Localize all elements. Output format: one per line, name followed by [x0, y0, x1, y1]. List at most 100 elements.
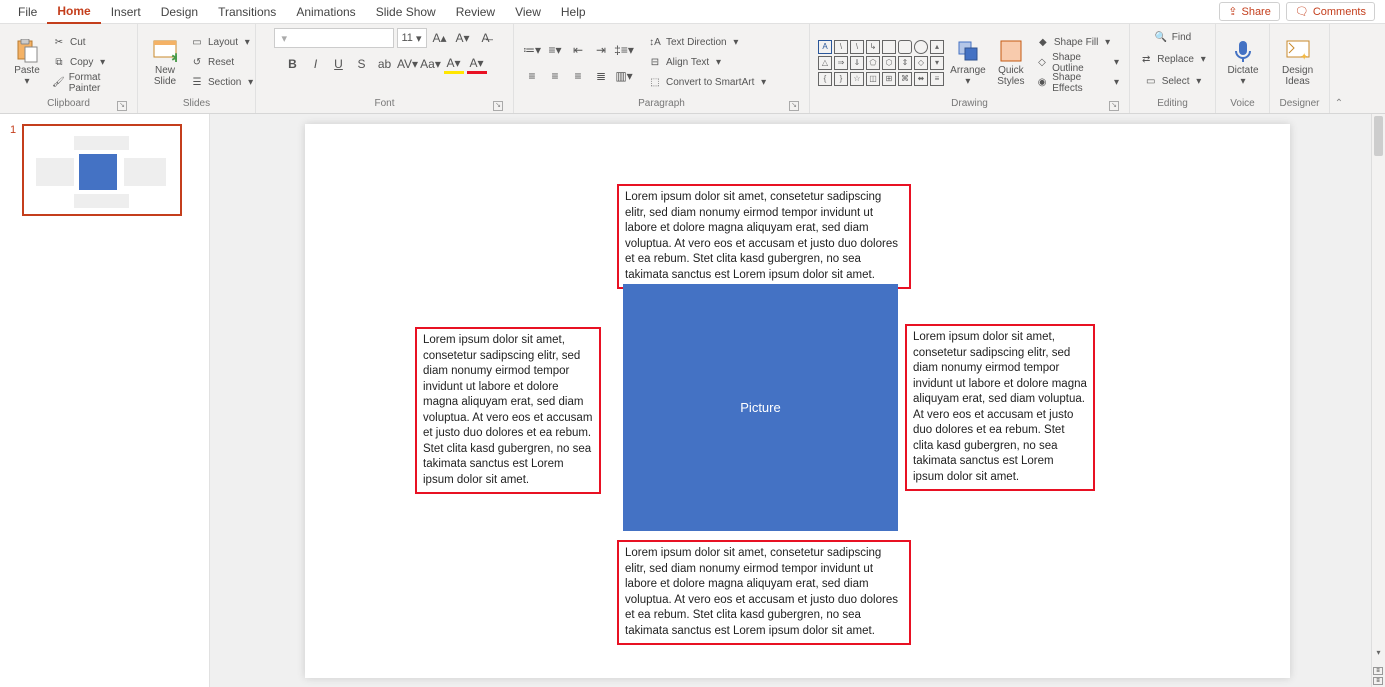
tab-design[interactable]: Design [151, 1, 208, 23]
shape-fill-button[interactable]: ◆Shape Fill ▾ [1034, 34, 1121, 52]
tab-review[interactable]: Review [446, 1, 505, 23]
vertical-scrollbar[interactable]: ▾ ≡ ≡ [1371, 114, 1385, 687]
fit-next-button[interactable]: ≡ [1373, 677, 1383, 685]
scrollbar-thumb[interactable] [1374, 116, 1383, 156]
strike-button[interactable]: S [352, 54, 372, 74]
shape-rbrace-icon[interactable]: } [834, 72, 848, 86]
shape-outline-button[interactable]: ◇Shape Outline ▾ [1034, 54, 1121, 72]
shape-row2-more-icon[interactable]: ▾ [930, 56, 944, 70]
tab-animations[interactable]: Animations [286, 1, 365, 23]
decrease-indent-button[interactable]: ⇤ [568, 40, 588, 60]
tab-home[interactable]: Home [47, 0, 100, 24]
align-center-button[interactable]: ≡ [545, 66, 565, 86]
grow-font-button[interactable]: A▴ [430, 28, 450, 48]
select-button[interactable]: ▭Select ▾ [1142, 72, 1204, 90]
italic-button[interactable]: I [306, 54, 326, 74]
slide-canvas-area[interactable]: Lorem ipsum dolor sit amet, consetetur s… [210, 114, 1385, 687]
tab-file[interactable]: File [8, 1, 47, 23]
shape-gallery-more-icon[interactable]: ≡ [930, 72, 944, 86]
align-left-button[interactable]: ≡ [522, 66, 542, 86]
collapse-ribbon-button[interactable]: ⌃ [1330, 24, 1348, 113]
shape-star-icon[interactable]: ☆ [850, 72, 864, 86]
shape-row1-more-icon[interactable]: ▴ [930, 40, 944, 54]
underline-button[interactable]: U [329, 54, 349, 74]
numbering-button[interactable]: ≡▾ [545, 40, 565, 60]
shape-callout-icon[interactable]: ◫ [866, 72, 880, 86]
clipboard-dialog-launcher[interactable]: ↘ [117, 101, 127, 111]
shape-textbox-icon[interactable]: A [818, 40, 832, 54]
format-painter-button[interactable]: 🖌Format Painter [50, 74, 129, 92]
comments-button[interactable]: 🗨Comments [1286, 2, 1375, 21]
shadow-button[interactable]: ab [375, 54, 395, 74]
share-button[interactable]: ⇪Share [1219, 2, 1280, 21]
font-color-button[interactable]: A▾ [467, 54, 487, 74]
shape-hexagon-icon[interactable]: ⬡ [882, 56, 896, 70]
font-name-combo[interactable]: ▾ [274, 28, 394, 48]
shape-diamond-icon[interactable]: ◇ [914, 56, 928, 70]
shape-lbrace-icon[interactable]: { [818, 72, 832, 86]
paste-button[interactable]: Paste▾ [8, 37, 46, 89]
replace-button[interactable]: ⇄Replace ▾ [1137, 50, 1208, 68]
tab-transitions[interactable]: Transitions [208, 1, 286, 23]
paragraph-dialog-launcher[interactable]: ↘ [789, 101, 799, 111]
shapes-gallery[interactable]: A \ \ ↳ ▴ △ ⇒ ⇓ ⬠ ⬡ ⇕ ◇ ▾ { } ☆ ◫ ⊞ [818, 40, 944, 86]
shape-connector-icon[interactable]: ↳ [866, 40, 880, 54]
tab-slideshow[interactable]: Slide Show [366, 1, 446, 23]
new-slide-button[interactable]: ✱ New Slide [146, 37, 184, 89]
shrink-font-button[interactable]: A▾ [453, 28, 473, 48]
shape-arrow-l-icon[interactable]: ⬌ [914, 72, 928, 86]
shape-line2-icon[interactable]: \ [850, 40, 864, 54]
shape-rect-icon[interactable] [882, 40, 896, 54]
reset-button[interactable]: ↺Reset [188, 54, 255, 72]
shape-arrow-r-icon[interactable]: ⇒ [834, 56, 848, 70]
char-spacing-button[interactable]: AV▾ [398, 54, 418, 74]
shape-arrow-d-icon[interactable]: ⇓ [850, 56, 864, 70]
quick-styles-button[interactable]: Quick Styles [992, 37, 1030, 89]
shape-pentagon-icon[interactable]: ⬠ [866, 56, 880, 70]
shape-plusframe-icon[interactable]: ⊞ [882, 72, 896, 86]
line-spacing-button[interactable]: ‡≡▾ [614, 40, 634, 60]
arrange-button[interactable]: Arrange▾ [948, 37, 988, 89]
copy-button[interactable]: ⧉Copy ▾ [50, 54, 129, 72]
tab-insert[interactable]: Insert [101, 1, 151, 23]
font-size-combo[interactable]: 11 ▾ [397, 28, 427, 48]
drawing-dialog-launcher[interactable]: ↘ [1109, 101, 1119, 111]
shape-arrow-ud-icon[interactable]: ⇕ [898, 56, 912, 70]
tab-view[interactable]: View [505, 1, 551, 23]
text-direction-button[interactable]: ↕AText Direction ▾ [646, 34, 768, 52]
cut-button[interactable]: ✂Cut [50, 34, 129, 52]
scrollbar-down-arrow[interactable]: ▾ [1372, 645, 1385, 659]
textbox-left[interactable]: Lorem ipsum dolor sit amet, consetetur s… [415, 327, 601, 494]
textbox-top[interactable]: Lorem ipsum dolor sit amet, consetetur s… [617, 184, 911, 289]
slide-thumbnail-1[interactable] [22, 124, 182, 216]
highlight-button[interactable]: A▾ [444, 54, 464, 74]
textbox-bottom[interactable]: Lorem ipsum dolor sit amet, consetetur s… [617, 540, 911, 645]
shape-flow-icon[interactable]: ⌘ [898, 72, 912, 86]
section-button[interactable]: ☰Section ▾ [188, 74, 255, 92]
shape-roundrect-icon[interactable] [898, 40, 912, 54]
layout-button[interactable]: ▭Layout ▾ [188, 34, 255, 52]
slide[interactable]: Lorem ipsum dolor sit amet, consetetur s… [305, 124, 1290, 678]
bold-button[interactable]: B [283, 54, 303, 74]
justify-button[interactable]: ≣ [591, 66, 611, 86]
tab-help[interactable]: Help [551, 1, 596, 23]
change-case-button[interactable]: Aa▾ [421, 54, 441, 74]
clear-formatting-button[interactable]: A̶ [476, 28, 496, 48]
shape-line-icon[interactable]: \ [834, 40, 848, 54]
shape-effects-button[interactable]: ◉Shape Effects ▾ [1034, 74, 1121, 92]
picture-placeholder[interactable]: Picture [623, 284, 898, 531]
fit-prev-button[interactable]: ≡ [1373, 667, 1383, 675]
columns-button[interactable]: ▥▾ [614, 66, 634, 86]
dictate-button[interactable]: Dictate▾ [1224, 37, 1262, 89]
font-dialog-launcher[interactable]: ↘ [493, 101, 503, 111]
shape-triangle-icon[interactable]: △ [818, 56, 832, 70]
align-text-button[interactable]: ⊟Align Text ▾ [646, 54, 768, 72]
find-button[interactable]: 🔍Find [1152, 28, 1193, 46]
design-ideas-button[interactable]: ✦ Design Ideas [1278, 37, 1317, 89]
bullets-button[interactable]: ≔▾ [522, 40, 542, 60]
smartart-button[interactable]: ⬚Convert to SmartArt ▾ [646, 74, 768, 92]
increase-indent-button[interactable]: ⇥ [591, 40, 611, 60]
textbox-right[interactable]: Lorem ipsum dolor sit amet, consetetur s… [905, 324, 1095, 491]
align-right-button[interactable]: ≡ [568, 66, 588, 86]
shape-oval-icon[interactable] [914, 40, 928, 54]
